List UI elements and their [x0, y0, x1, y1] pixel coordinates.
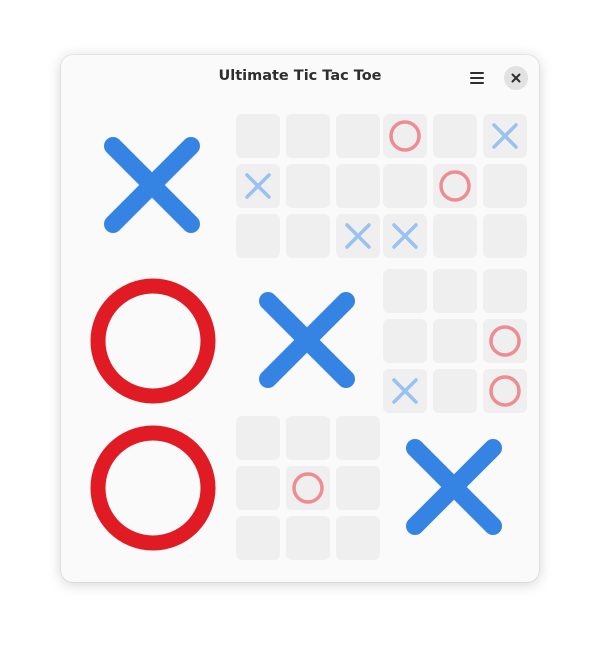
board-cell	[383, 114, 427, 158]
board-cell[interactable]	[286, 214, 330, 258]
sub-board-4	[81, 269, 225, 413]
main-menu-button[interactable]	[465, 67, 489, 89]
sub-board-8[interactable]	[236, 416, 380, 560]
close-icon	[511, 73, 521, 83]
board-cell[interactable]	[286, 114, 330, 158]
board-cell[interactable]	[433, 114, 477, 158]
board-cell[interactable]	[336, 466, 380, 510]
board-cell[interactable]	[433, 369, 477, 413]
o-mark-small	[439, 170, 471, 202]
o-mark-small	[489, 375, 521, 407]
board-cell[interactable]	[236, 466, 280, 510]
board-cell[interactable]	[286, 416, 330, 460]
board-cell	[483, 114, 527, 158]
app-window: Ultimate Tic Tac Toe	[61, 55, 539, 582]
board-cell[interactable]	[336, 516, 380, 560]
board-cell[interactable]	[383, 269, 427, 313]
close-button[interactable]	[504, 66, 528, 90]
board-cell[interactable]	[483, 164, 527, 208]
o-mark-small	[489, 325, 521, 357]
o-mark-small	[292, 472, 324, 504]
o-mark-large	[90, 278, 216, 404]
board-cell[interactable]	[236, 516, 280, 560]
board-cell[interactable]	[336, 164, 380, 208]
o-mark-small	[389, 120, 421, 152]
x-mark-small	[345, 223, 371, 249]
board-cell[interactable]	[286, 164, 330, 208]
board-cell	[286, 466, 330, 510]
sub-board-6[interactable]	[383, 269, 527, 413]
sub-board-9	[383, 416, 527, 560]
board-cell	[383, 214, 427, 258]
board-cell	[433, 164, 477, 208]
sub-board-2[interactable]	[236, 114, 380, 258]
x-mark-large	[259, 292, 355, 388]
board-cell[interactable]	[433, 269, 477, 313]
sub-board-1	[81, 114, 225, 258]
sub-board-5	[236, 269, 380, 413]
x-mark-small	[245, 173, 271, 199]
sub-board-7	[81, 416, 225, 560]
board-cell	[483, 369, 527, 413]
board-cell[interactable]	[483, 214, 527, 258]
board-cell[interactable]	[383, 319, 427, 363]
board-cell	[383, 369, 427, 413]
board-cell[interactable]	[236, 114, 280, 158]
o-mark-large	[90, 425, 216, 551]
x-mark-small	[392, 223, 418, 249]
hamburger-menu-icon	[470, 72, 484, 84]
board-cell	[236, 164, 280, 208]
board-cell[interactable]	[433, 319, 477, 363]
x-mark-small	[392, 378, 418, 404]
game-board	[81, 114, 527, 568]
board-cell[interactable]	[286, 516, 330, 560]
board-cell[interactable]	[383, 164, 427, 208]
x-mark-large	[406, 439, 502, 535]
x-mark-large	[104, 137, 200, 233]
board-cell[interactable]	[336, 416, 380, 460]
sub-board-3[interactable]	[383, 114, 527, 258]
board-cell[interactable]	[433, 214, 477, 258]
x-mark-small	[492, 123, 518, 149]
board-cell[interactable]	[236, 416, 280, 460]
board-cell	[483, 319, 527, 363]
board-cell[interactable]	[336, 114, 380, 158]
board-cell[interactable]	[236, 214, 280, 258]
board-cell	[336, 214, 380, 258]
header-bar: Ultimate Tic Tac Toe	[61, 55, 539, 101]
board-cell[interactable]	[483, 269, 527, 313]
